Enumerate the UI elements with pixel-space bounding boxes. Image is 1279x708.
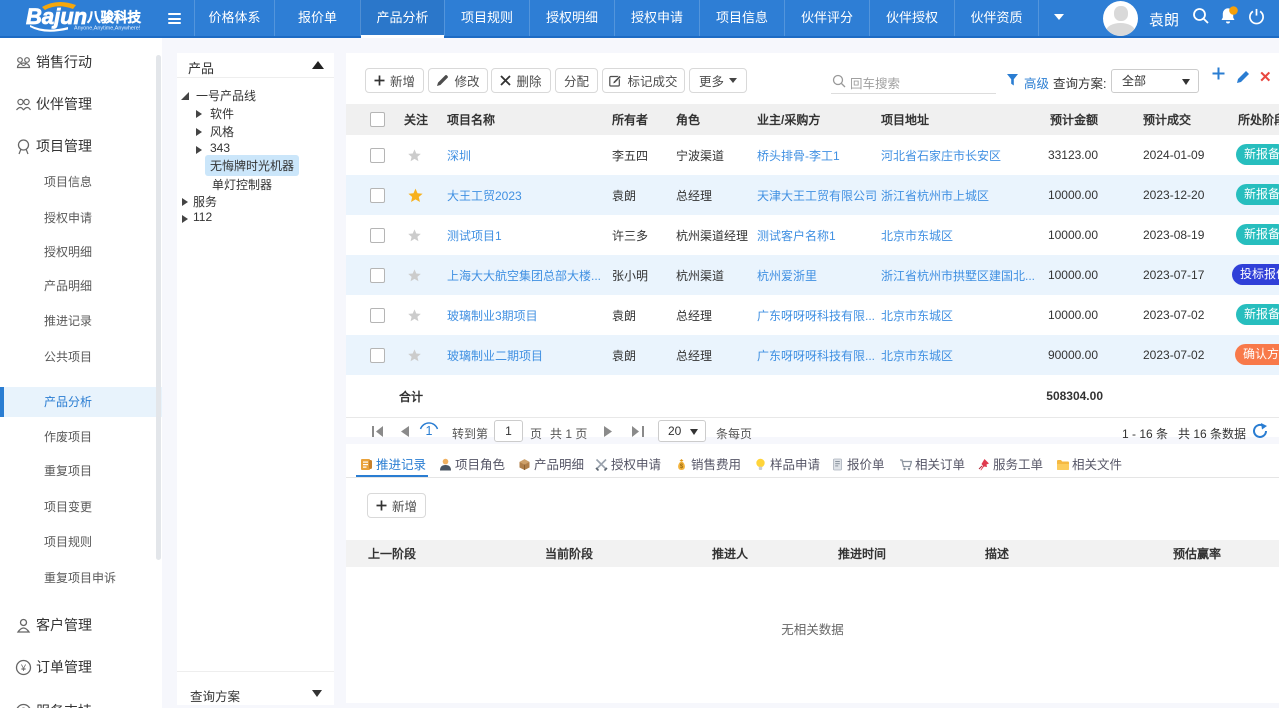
svg-text:¥: ¥ bbox=[20, 663, 27, 673]
svg-text:八骏科技: 八骏科技 bbox=[86, 9, 141, 25]
svg-text:Anyone,Anytime,Anywhere!: Anyone,Anytime,Anywhere! bbox=[74, 26, 141, 32]
